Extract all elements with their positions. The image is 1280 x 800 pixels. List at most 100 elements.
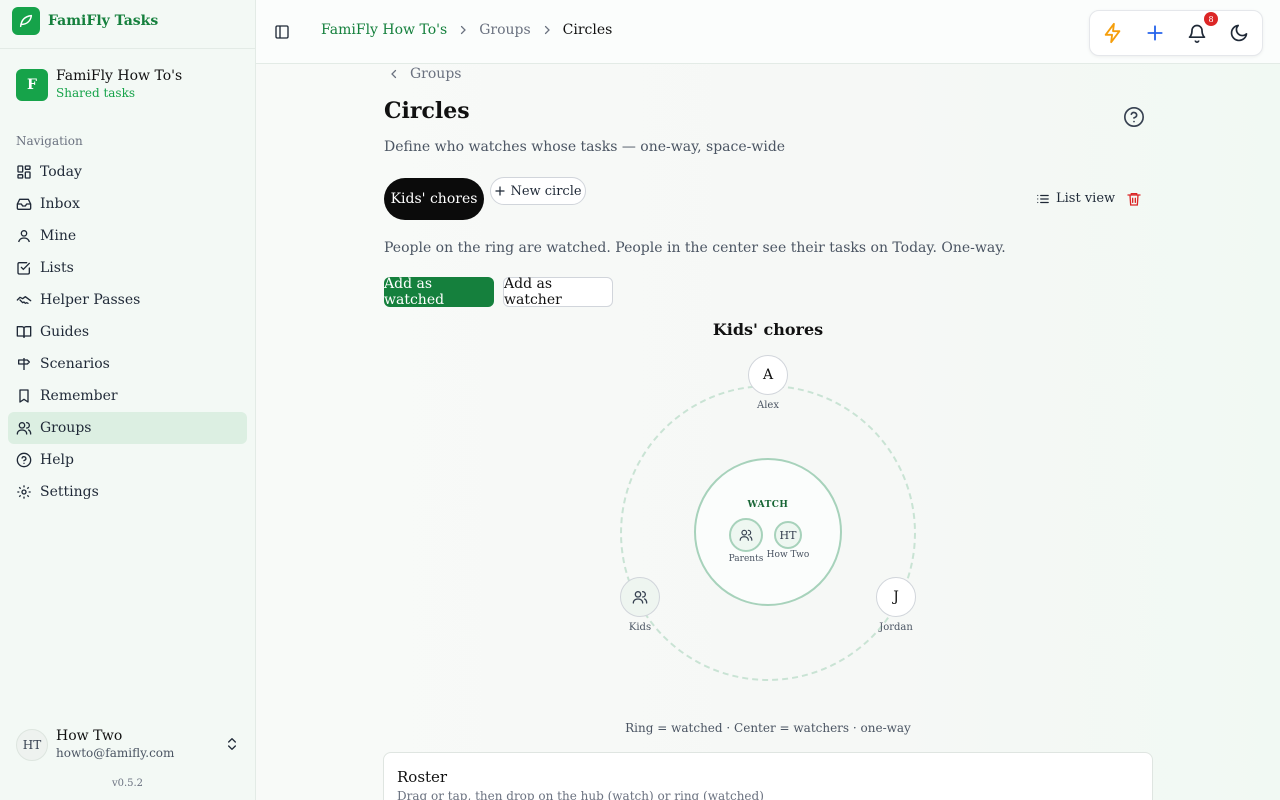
- feather-logo-icon: [12, 7, 40, 35]
- list-icon: [1037, 194, 1049, 203]
- watcher-caption: How Two: [766, 550, 810, 560]
- sidebar-item-remember[interactable]: Remember: [8, 380, 247, 412]
- hub-label: WATCH: [747, 500, 789, 510]
- sidebar-item-label: Scenarios: [40, 356, 110, 372]
- breadcrumb-current: Circles: [562, 22, 613, 38]
- circle-legend: Ring = watched · Center = watchers · one…: [625, 721, 911, 735]
- add-as-watcher-button[interactable]: Add as watcher: [503, 276, 613, 308]
- page-description: Define who watches whose tasks — one-way…: [384, 139, 786, 155]
- sidebar-item-label: Settings: [40, 484, 99, 500]
- bell-icon: [1188, 24, 1206, 43]
- sidebar-toggle-icon: [275, 25, 289, 39]
- list-view-label: List view: [1056, 191, 1116, 206]
- help-circle-icon[interactable]: [1123, 106, 1145, 128]
- breadcrumb-groups[interactable]: Groups: [479, 22, 530, 38]
- sidebar-nav: Today Inbox Mine Lists Helper Passes Gui…: [8, 156, 247, 508]
- circle-title: Kids' chores: [712, 320, 824, 339]
- user-name: How Two: [56, 728, 123, 744]
- sidebar-item-groups[interactable]: Groups: [8, 412, 247, 444]
- page-title: Circles: [384, 98, 470, 124]
- handshake-icon: [16, 296, 32, 304]
- sidebar-item-label: Lists: [40, 260, 74, 276]
- roster-card: Roster Drag or tap, then drop on the hub…: [383, 752, 1153, 800]
- sidebar-item-today[interactable]: Today: [8, 156, 247, 188]
- sidebar-item-label: Guides: [40, 324, 90, 340]
- sidebar-item-help[interactable]: Help: [8, 444, 247, 476]
- sidebar-item-helper-passes[interactable]: Helper Passes: [8, 284, 247, 316]
- app-version: v0.5.2: [111, 778, 144, 789]
- sidebar-item-guides[interactable]: Guides: [8, 316, 247, 348]
- lightning-icon: [1104, 22, 1121, 44]
- watch-hub[interactable]: WATCH: [694, 458, 842, 606]
- users-icon: [739, 529, 753, 541]
- sidebar-item-label: Today: [40, 164, 82, 180]
- help-circle-icon: [16, 452, 32, 468]
- space-switcher[interactable]: F FamiFly How To's Shared tasks: [16, 68, 182, 102]
- chevron-right-icon: [544, 25, 550, 35]
- sidebar-item-inbox[interactable]: Inbox: [8, 188, 247, 220]
- sidebar-item-label: Helper Passes: [40, 292, 141, 308]
- top-header: FamiFly How To's Groups Circles 8: [256, 0, 1280, 64]
- breadcrumb: FamiFly How To's Groups Circles: [321, 22, 612, 38]
- breadcrumb-space[interactable]: FamiFly How To's: [321, 22, 447, 38]
- add-as-watched-button[interactable]: Add as watched: [384, 276, 494, 308]
- circle-tab-active[interactable]: Kids' chores: [384, 178, 484, 220]
- plus-icon: [1147, 25, 1163, 41]
- sidebar-item-label: Groups: [40, 420, 92, 436]
- roster-title: Roster: [397, 768, 448, 786]
- sidebar-divider: [0, 48, 255, 49]
- theme-toggle-button[interactable]: [1228, 22, 1250, 44]
- sidebar-item-label: Inbox: [40, 196, 80, 212]
- inbox-icon: [16, 198, 32, 210]
- sidebar-item-lists[interactable]: Lists: [8, 252, 247, 284]
- space-subtitle: Shared tasks: [56, 86, 136, 100]
- watcher-parents[interactable]: [729, 518, 763, 552]
- nav-heading: Navigation: [16, 134, 83, 148]
- app-name: FamiFly Tasks: [48, 13, 159, 29]
- new-circle-label: New circle: [510, 183, 582, 199]
- chevron-right-icon: [461, 25, 467, 35]
- notifications-button[interactable]: [1186, 22, 1208, 44]
- sidebar-item-settings[interactable]: Settings: [8, 476, 247, 508]
- checkbox-icon: [17, 262, 30, 275]
- sidebar: FamiFly Tasks F FamiFly How To's Shared …: [0, 0, 256, 800]
- watched-caption: Kids: [628, 622, 652, 633]
- trash-icon[interactable]: [1126, 191, 1142, 207]
- users-icon: [16, 422, 32, 435]
- gear-icon: [17, 485, 31, 499]
- users-icon: [632, 591, 648, 604]
- user-email: howto@famifly.com: [56, 746, 175, 760]
- main-content: Groups Circles Define who watches whose …: [256, 64, 1280, 800]
- sidebar-item-label: Mine: [40, 228, 77, 244]
- chevron-up-down-icon: [228, 738, 236, 750]
- watcher-how-two[interactable]: HT: [774, 521, 802, 549]
- watched-alex[interactable]: A: [748, 355, 788, 395]
- space-avatar: F: [16, 69, 48, 101]
- space-name: FamiFly How To's: [56, 68, 183, 84]
- list-view-button[interactable]: List view: [1036, 191, 1115, 206]
- add-button[interactable]: [1144, 22, 1166, 44]
- sidebar-toggle-button[interactable]: [270, 20, 294, 44]
- grid-icon: [17, 165, 31, 179]
- chevron-left-icon: [391, 69, 397, 79]
- user-menu[interactable]: HT How Two howto@famifly.com: [16, 728, 240, 762]
- back-link[interactable]: Groups: [388, 66, 461, 82]
- user-icon: [18, 230, 30, 243]
- bookmark-icon: [19, 389, 29, 403]
- watched-caption: Jordan: [879, 622, 913, 633]
- sidebar-item-scenarios[interactable]: Scenarios: [8, 348, 247, 380]
- plus-icon: [495, 186, 506, 196]
- header-actions: 8: [1089, 10, 1263, 56]
- book-icon: [16, 326, 32, 338]
- sidebar-item-mine[interactable]: Mine: [8, 220, 247, 252]
- watched-kids[interactable]: [620, 577, 660, 617]
- watched-jordan[interactable]: J: [876, 577, 916, 617]
- circle-explanation: People on the ring are watched. People i…: [384, 240, 1006, 256]
- sidebar-item-label: Remember: [40, 388, 118, 404]
- new-circle-button[interactable]: New circle: [490, 177, 586, 205]
- notification-badge: 8: [1204, 12, 1218, 26]
- quick-action-button[interactable]: [1102, 22, 1124, 44]
- watched-caption: Alex: [757, 400, 779, 411]
- back-link-label: Groups: [410, 66, 462, 82]
- app-brand[interactable]: FamiFly Tasks: [12, 7, 158, 35]
